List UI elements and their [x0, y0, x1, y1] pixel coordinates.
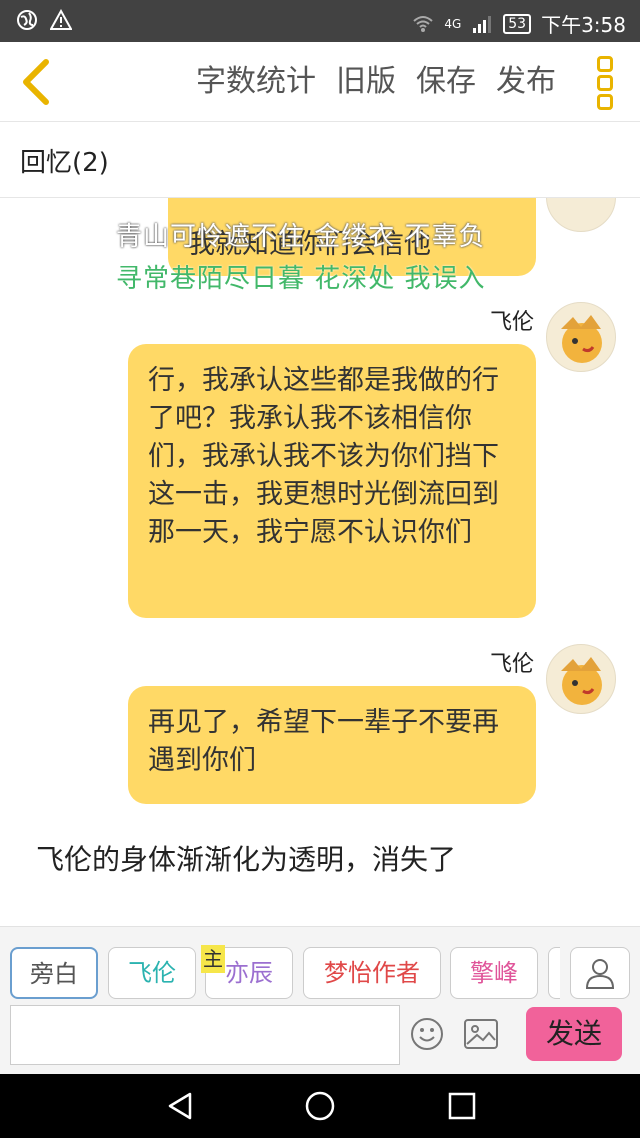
back-chevron-icon[interactable]: [14, 56, 58, 108]
recents-square-icon[interactable]: [446, 1090, 478, 1122]
lyric-line: 青山可怜遮不住 金缕衣 不辜负: [116, 222, 486, 252]
avatar[interactable]: [546, 302, 616, 372]
back-triangle-icon[interactable]: [164, 1090, 196, 1122]
sender-name: 飞伦: [489, 310, 534, 335]
image-icon[interactable]: [464, 1019, 498, 1049]
globe-icon: [17, 10, 37, 30]
save-button[interactable]: 保存: [416, 60, 476, 104]
chapter-header[interactable]: 回忆(2): [0, 122, 640, 198]
chip-label: 梦怡作者: [324, 959, 420, 987]
message-text: 再见了，希望下一辈子不要再遇到你们: [148, 707, 499, 776]
emoji-icon[interactable]: [410, 1017, 444, 1051]
main-character-badge: 主: [201, 945, 225, 973]
cartoon-character-icon: [561, 657, 602, 705]
top-toolbar: 字数统计 旧版 保存 发布: [0, 42, 640, 122]
avatar[interactable]: [546, 644, 616, 714]
clock: 下午3:58: [541, 13, 626, 37]
character-chip-feilun[interactable]: 飞伦: [108, 947, 196, 999]
compose-panel: 旁白 飞伦 亦辰 主 梦怡作者 擎峰 发送: [0, 926, 640, 1074]
old-version-button[interactable]: 旧版: [336, 60, 396, 104]
cartoon-character-icon: [561, 315, 602, 363]
send-button[interactable]: 发送: [526, 1007, 622, 1061]
message-input[interactable]: [10, 1005, 400, 1065]
sender-name: 飞伦: [489, 652, 534, 677]
chip-label: 亦辰: [225, 959, 273, 987]
chip-label: 飞伦: [128, 959, 176, 987]
publish-button[interactable]: 发布: [496, 60, 556, 104]
chat-area[interactable]: 我就知道你们会信他 飞伦 行，我承认这些都是我做的行了吧？我承认我不该相信你们，…: [0, 198, 640, 926]
character-chip-author[interactable]: 梦怡作者: [303, 947, 441, 999]
message-text: 行，我承认这些都是我做的行了吧？我承认我不该相信你们，我承认我不该为你们挡下这一…: [148, 365, 499, 548]
chapter-title: 回忆(2): [20, 148, 109, 178]
character-chip-partial[interactable]: [548, 947, 560, 999]
network-type: 4G: [444, 16, 462, 31]
narration-text[interactable]: 飞伦的身体渐渐化为透明，消失了: [36, 838, 456, 878]
chip-label: 擎峰: [470, 959, 518, 987]
lyric-line: 寻常巷陌尽日暮 花深处 我误入: [116, 264, 486, 294]
word-count-button[interactable]: 字数统计: [196, 60, 316, 104]
more-menu-icon[interactable]: [594, 56, 616, 110]
battery-indicator: 53: [503, 13, 532, 34]
character-manager-button[interactable]: [570, 947, 630, 999]
system-nav-bar: [0, 1074, 640, 1138]
warning-icon: [50, 9, 72, 30]
message-bubble[interactable]: 再见了，希望下一辈子不要再遇到你们: [128, 686, 536, 804]
person-icon: [585, 959, 615, 989]
character-chip-narrator[interactable]: 旁白: [10, 947, 98, 999]
message-bubble[interactable]: 行，我承认这些都是我做的行了吧？我承认我不该相信你们，我承认我不该为你们挡下这一…: [128, 344, 536, 618]
signal-icon: [473, 15, 492, 33]
chip-label: 旁白: [30, 960, 78, 988]
character-chip-qingfeng[interactable]: 擎峰: [450, 947, 538, 999]
home-circle-icon[interactable]: [304, 1090, 336, 1122]
status-bar: 4G 53 下午3:58: [0, 0, 640, 42]
wifi-icon: [413, 15, 433, 32]
avatar[interactable]: [546, 198, 616, 232]
